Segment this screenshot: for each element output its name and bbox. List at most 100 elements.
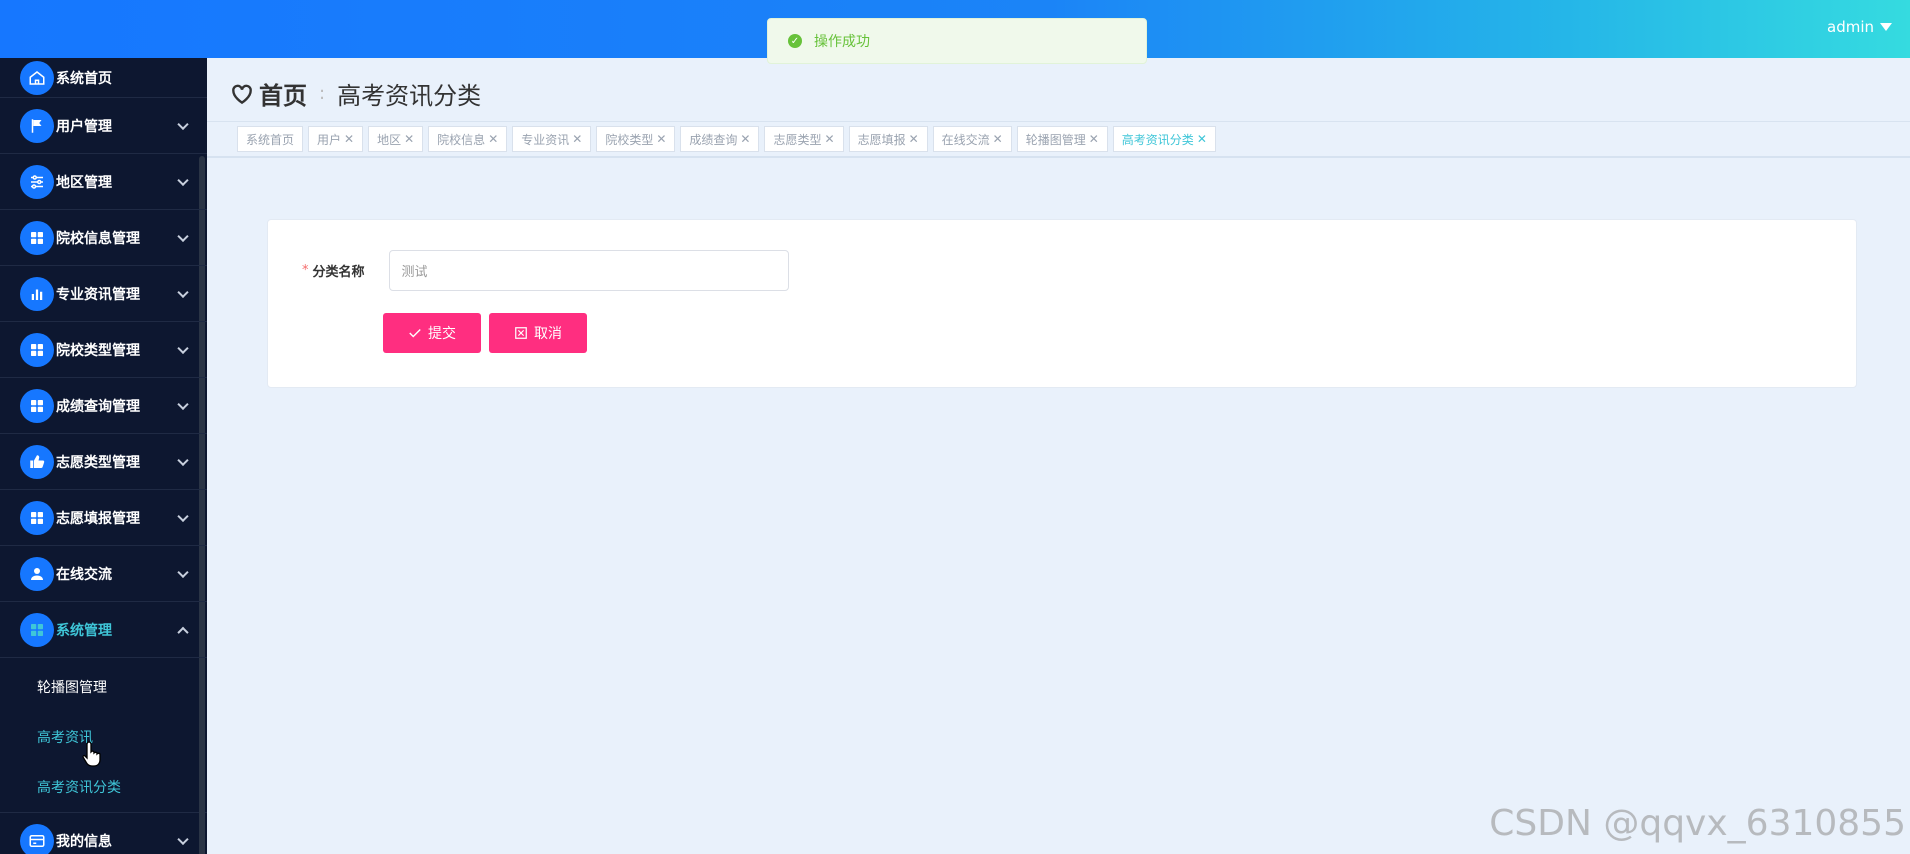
- tab-school-type[interactable]: 院校类型 ✕: [596, 126, 676, 152]
- check-circle-icon: ✓: [788, 34, 802, 48]
- sidebar-item-label: 院校信息管理: [56, 230, 140, 247]
- tab-bar: 系统首页 用户 ✕ 地区 ✕ 院校信息 ✕ 专业资讯 ✕ 院校类型 ✕ 成绩查询 ✕ 志愿类…: [207, 122, 1910, 158]
- submit-label: 提交: [428, 325, 456, 341]
- thumb-icon: [20, 444, 54, 479]
- close-icon[interactable]: ✕: [740, 132, 750, 146]
- tab-label: 在线交流: [941, 132, 990, 147]
- home-icon: [20, 60, 54, 95]
- chevron-down-icon: [177, 174, 189, 186]
- tab-wish-fill[interactable]: 志愿填报 ✕: [848, 126, 928, 152]
- sidebar-item-region[interactable]: 地区管理: [0, 154, 207, 210]
- close-icon[interactable]: ✕: [404, 132, 414, 146]
- required-mark: *: [302, 263, 309, 278]
- card-icon: [20, 823, 54, 854]
- heart-icon: [232, 84, 252, 104]
- sidebar-item-my-info[interactable]: 我的信息: [0, 813, 207, 854]
- close-icon[interactable]: ✕: [572, 132, 582, 146]
- sidebar-item-label: 志愿类型管理: [56, 454, 140, 471]
- sidebar-item-label: 院校类型管理: [56, 342, 140, 359]
- category-name-input[interactable]: [388, 250, 789, 291]
- close-icon[interactable]: ✕: [656, 132, 666, 146]
- submenu-item-carousel[interactable]: 轮播图管理: [0, 662, 207, 712]
- tab-wish-type[interactable]: 志愿类型 ✕: [764, 126, 844, 152]
- chevron-down-icon: [177, 398, 189, 410]
- tab-label: 高考资讯分类: [1121, 132, 1194, 147]
- sidebar-item-label: 系统首页: [56, 70, 112, 87]
- breadcrumb: 首页 : 高考资讯分类: [229, 76, 481, 111]
- sidebar-item-home[interactable]: 系统首页: [0, 58, 207, 98]
- sidebar-item-label: 用户管理: [56, 118, 112, 135]
- close-icon[interactable]: ✕: [909, 132, 919, 146]
- breadcrumb-separator: :: [319, 83, 326, 104]
- submit-button[interactable]: 提交: [383, 313, 481, 353]
- sidebar-item-users[interactable]: 用户管理: [0, 98, 207, 154]
- flag-icon: [20, 108, 54, 143]
- chevron-down-icon: [177, 566, 189, 578]
- tab-label: 院校类型: [605, 132, 654, 147]
- chevron-up-icon: [177, 626, 189, 638]
- watermark: CSDN @qqvx_6310855: [1489, 803, 1906, 844]
- chevron-down-icon: [177, 230, 189, 242]
- hand-cursor-icon: [82, 741, 101, 767]
- check-icon: [409, 329, 421, 338]
- sidebar-item-score-query[interactable]: 成绩查询管理: [0, 378, 207, 434]
- form-actions: 提交 取消: [383, 313, 587, 353]
- tab-online-chat[interactable]: 在线交流 ✕: [932, 126, 1012, 152]
- breadcrumb-home[interactable]: 首页: [259, 76, 307, 111]
- close-icon[interactable]: ✕: [344, 132, 354, 146]
- sidebar-item-label: 地区管理: [56, 174, 112, 191]
- tab-score-query[interactable]: 成绩查询 ✕: [680, 126, 760, 152]
- close-icon[interactable]: ✕: [825, 132, 835, 146]
- sidebar: 系统首页 用户管理 地区管理 院校信息管理 专业资讯管理 院校类型管理 成绩查询…: [0, 58, 207, 854]
- tab-label: 志愿填报: [857, 132, 906, 147]
- tab-label: 院校信息: [437, 132, 486, 147]
- grid-icon: [20, 388, 54, 423]
- category-name-row: * 分类名称: [302, 250, 789, 291]
- tab-school-info[interactable]: 院校信息 ✕: [428, 126, 508, 152]
- close-icon[interactable]: ✕: [1197, 132, 1207, 146]
- close-icon[interactable]: ✕: [488, 132, 498, 146]
- chevron-down-icon: [177, 833, 189, 845]
- tab-region[interactable]: 地区 ✕: [368, 126, 424, 152]
- cancel-button[interactable]: 取消: [489, 313, 587, 353]
- bar-chart-icon: [20, 276, 54, 311]
- submenu-item-news-category[interactable]: 高考资讯分类: [0, 762, 207, 812]
- chevron-down-icon: [177, 342, 189, 354]
- tab-major-news[interactable]: 专业资讯 ✕: [512, 126, 592, 152]
- sidebar-item-online-chat[interactable]: 在线交流: [0, 546, 207, 602]
- sidebar-item-label: 志愿填报管理: [56, 510, 140, 527]
- tab-label: 专业资讯: [521, 132, 570, 147]
- system-submenu: 轮播图管理 高考资讯 高考资讯分类: [0, 658, 207, 813]
- sidebar-item-label: 专业资讯管理: [56, 286, 140, 303]
- tab-label: 地区: [377, 132, 402, 147]
- cancel-label: 取消: [534, 325, 562, 341]
- close-icon[interactable]: ✕: [1089, 132, 1099, 146]
- user-menu[interactable]: admin: [1827, 18, 1892, 36]
- chevron-down-icon: [177, 286, 189, 298]
- sidebar-item-label: 成绩查询管理: [56, 398, 140, 415]
- page-header: 首页 : 高考资讯分类: [207, 58, 1910, 122]
- sidebar-item-wish-type[interactable]: 志愿类型管理: [0, 434, 207, 490]
- chevron-down-icon: [177, 118, 189, 130]
- sidebar-item-school-info[interactable]: 院校信息管理: [0, 210, 207, 266]
- user-icon: [20, 556, 54, 591]
- tab-home[interactable]: 系统首页: [237, 126, 304, 152]
- grid-icon: [20, 332, 54, 367]
- tab-label: 志愿类型: [773, 132, 822, 147]
- toast-message: 操作成功: [814, 34, 870, 50]
- sidebar-item-major-news[interactable]: 专业资讯管理: [0, 266, 207, 322]
- sidebar-item-school-type[interactable]: 院校类型管理: [0, 322, 207, 378]
- username: admin: [1827, 18, 1874, 36]
- tab-news-category[interactable]: 高考资讯分类 ✕: [1112, 126, 1216, 152]
- form-card: * 分类名称 提交 取消: [267, 219, 1857, 388]
- tab-label: 系统首页: [246, 132, 295, 147]
- close-icon[interactable]: ✕: [993, 132, 1003, 146]
- tab-carousel[interactable]: 轮播图管理 ✕: [1016, 126, 1108, 152]
- grid-icon: [20, 612, 54, 647]
- grid-icon: [20, 500, 54, 535]
- sidebar-item-system[interactable]: 系统管理: [0, 602, 207, 658]
- sidebar-item-wish-fill[interactable]: 志愿填报管理: [0, 490, 207, 546]
- tab-users[interactable]: 用户 ✕: [308, 126, 364, 152]
- close-square-icon: [515, 327, 527, 339]
- sliders-icon: [20, 164, 54, 199]
